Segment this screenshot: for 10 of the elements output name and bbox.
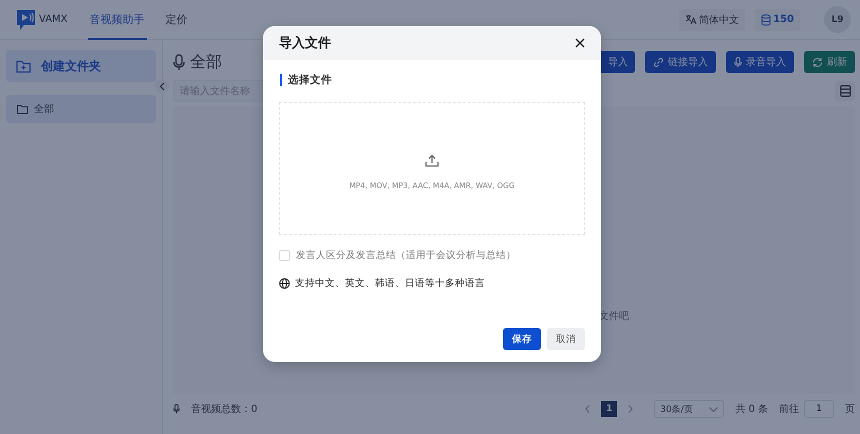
section-heading: 选择文件 xyxy=(280,74,585,86)
dialog-title: 导入文件 xyxy=(279,34,331,52)
page-unit: 页 xyxy=(845,403,855,416)
page-title: 全部 xyxy=(190,52,222,72)
total-items: 共 0 条 xyxy=(735,402,768,416)
languages-note: 支持中文、英文、韩语、日语等十多种语言 xyxy=(295,277,485,290)
checkbox-label: 发言人区分及发言总结（适用于会议分析与总结） xyxy=(296,249,516,262)
total-count: 音视频总数：0 xyxy=(191,402,258,416)
goto-label: 前往 xyxy=(779,402,799,416)
logo-text: VAMX xyxy=(39,14,68,25)
